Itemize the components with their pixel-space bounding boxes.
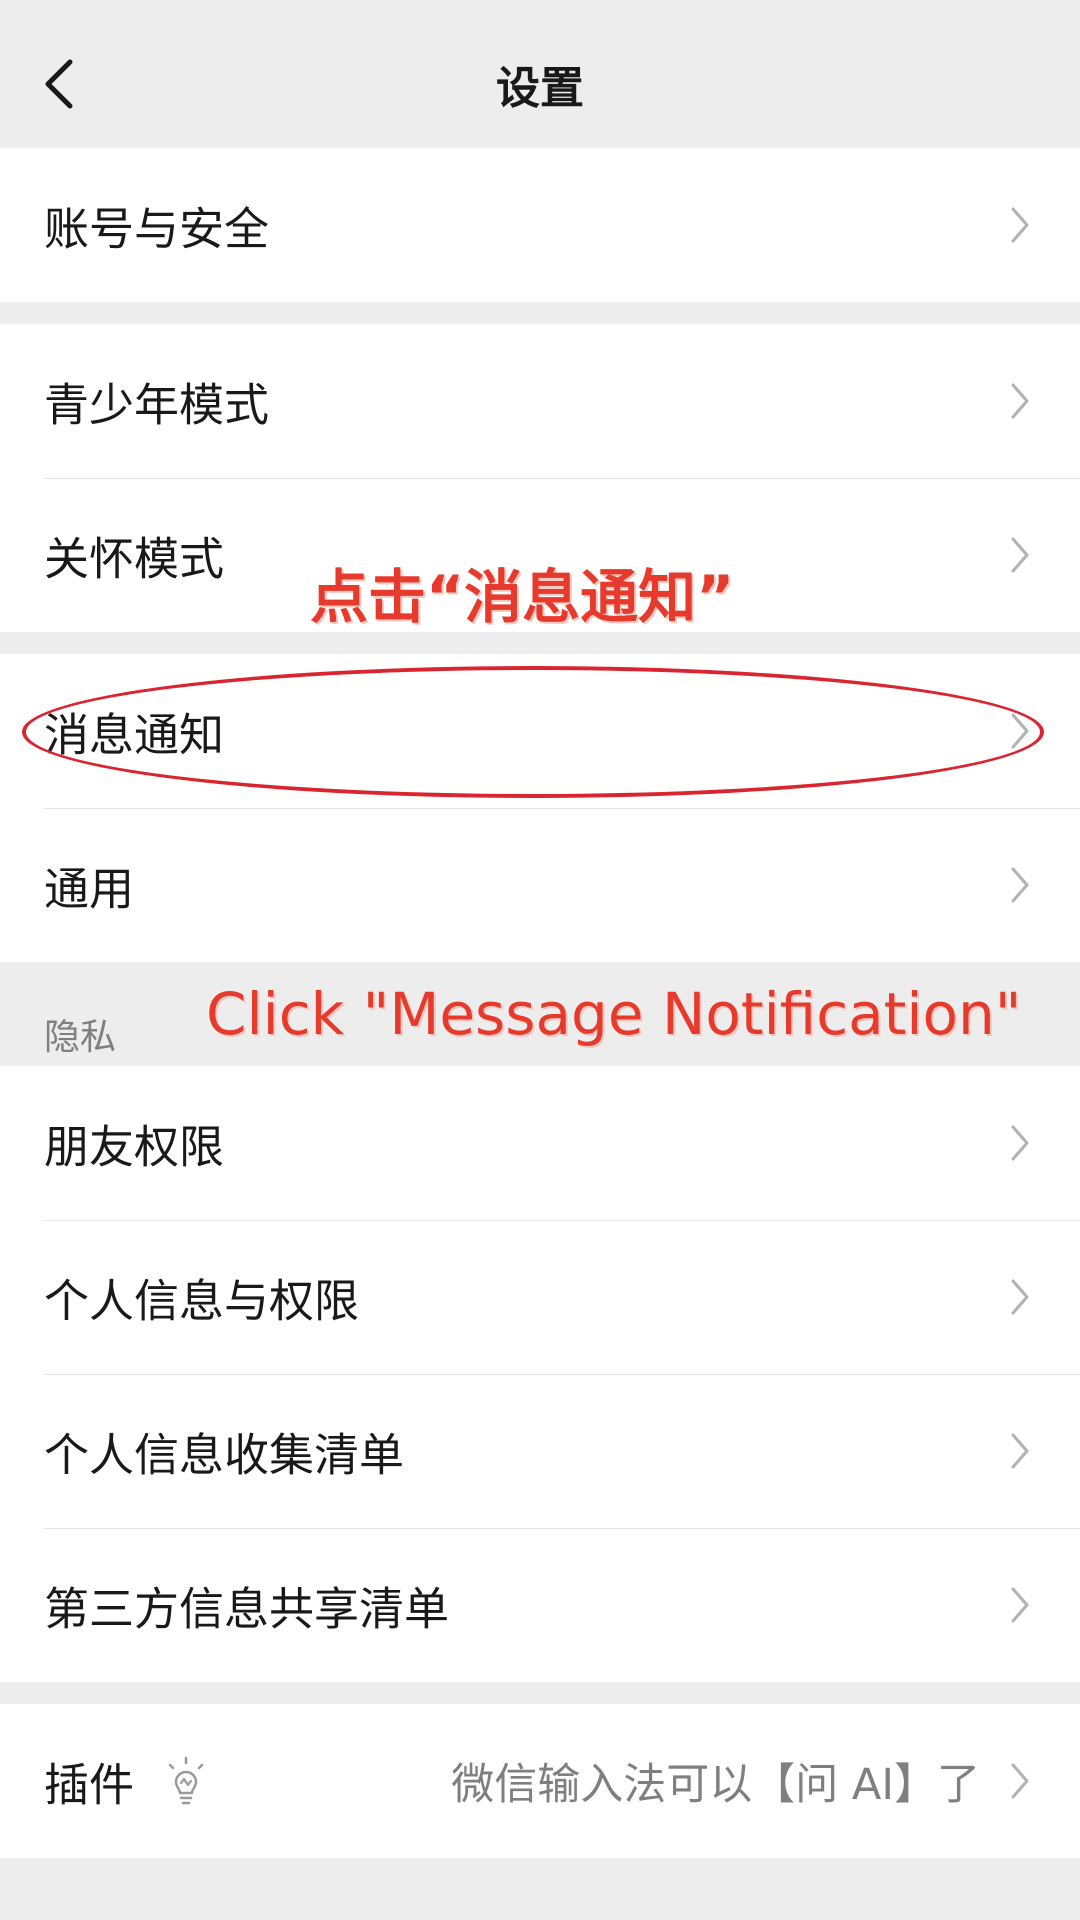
settings-item-label: 朋友权限	[44, 1120, 225, 1174]
settings-item-account-security[interactable]: 账号与安全	[0, 148, 1080, 302]
page-title: 设置	[496, 63, 584, 114]
plugin-hint-text: 微信输入法可以【问 AI】了	[451, 1760, 980, 1810]
settings-item-label: 个人信息与权限	[44, 1274, 360, 1328]
chevron-right-icon	[1011, 1763, 1029, 1799]
settings-item-label: 插件	[44, 1758, 135, 1812]
chevron-right-icon	[1011, 1279, 1029, 1315]
settings-item-label: 个人信息收集清单	[44, 1428, 405, 1482]
chevron-right-icon	[1011, 1587, 1029, 1623]
chevron-right-icon	[1011, 867, 1029, 903]
chevron-right-icon	[1011, 383, 1029, 419]
nav-bar: 设置	[0, 0, 1080, 148]
chevron-right-icon	[1011, 537, 1029, 573]
divider	[44, 1220, 1080, 1221]
divider	[44, 1374, 1080, 1375]
settings-item-label: 青少年模式	[44, 378, 270, 432]
account-group: 账号与安全	[0, 148, 1080, 302]
section-label-privacy: 隐私	[44, 1017, 117, 1058]
chevron-right-icon	[1011, 1433, 1029, 1469]
settings-item-plugins[interactable]: 插件 微信输入法可以【问 AI】了	[0, 1704, 1080, 1858]
settings-item-label: 关怀模式	[44, 532, 225, 586]
plugins-group: 插件 微信输入法可以【问 AI】了	[0, 1704, 1080, 1858]
divider	[44, 478, 1080, 479]
settings-item-label: 通用	[44, 862, 135, 916]
divider	[44, 808, 1080, 809]
settings-item-third-party-sharing-list[interactable]: 第三方信息共享清单	[0, 1528, 1080, 1682]
chevron-right-icon	[1011, 207, 1029, 243]
settings-item-personal-info-permissions[interactable]: 个人信息与权限	[0, 1220, 1080, 1374]
settings-item-label: 第三方信息共享清单	[44, 1582, 450, 1636]
lightbulb-icon	[168, 1756, 204, 1805]
highlight-ring	[22, 666, 1044, 798]
settings-item-teen-mode[interactable]: 青少年模式	[0, 324, 1080, 478]
settings-item-general[interactable]: 通用	[0, 808, 1080, 962]
settings-item-info-collection-list[interactable]: 个人信息收集清单	[0, 1374, 1080, 1528]
privacy-group: 朋友权限 个人信息与权限 个人信息收集清单 第三方信息共享清单	[0, 1066, 1080, 1682]
annotation-chinese: 点击“消息通知”	[310, 563, 735, 631]
annotation-english: Click "Message Notification"	[206, 980, 1022, 1048]
chevron-right-icon	[1011, 1125, 1029, 1161]
divider	[44, 1528, 1080, 1529]
settings-item-friend-permissions[interactable]: 朋友权限	[0, 1066, 1080, 1220]
settings-item-label: 账号与安全	[44, 202, 270, 256]
